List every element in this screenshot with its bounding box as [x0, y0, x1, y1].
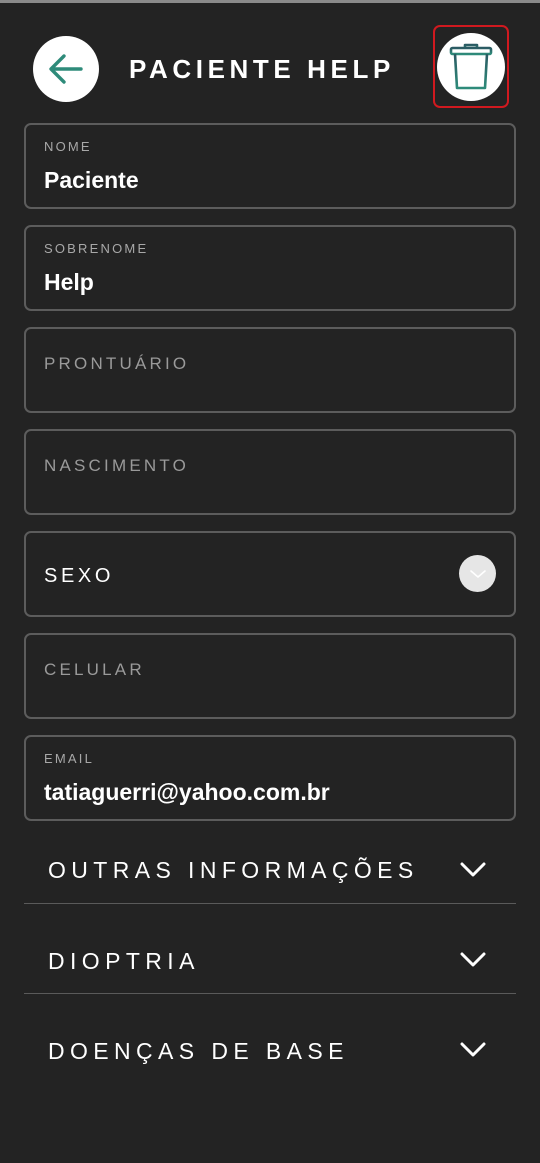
- sexo-select[interactable]: SEXO: [24, 531, 516, 617]
- nome-value[interactable]: Paciente: [44, 166, 139, 194]
- chevron-down-icon: [460, 862, 486, 877]
- section-dioptria[interactable]: DIOPTRIA: [24, 915, 516, 1005]
- doencas-de-base-label: DOENÇAS DE BASE: [48, 1038, 349, 1064]
- nome-field[interactable]: NOME Paciente: [24, 123, 516, 209]
- dioptria-label: DIOPTRIA: [48, 948, 200, 974]
- page-title: PACIENTE HELP: [129, 54, 395, 84]
- chevron-down-icon: [469, 569, 486, 578]
- celular-placeholder: CELULAR: [44, 660, 145, 679]
- celular-field[interactable]: CELULAR: [24, 633, 516, 719]
- back-button[interactable]: [33, 36, 99, 102]
- email-value[interactable]: tatiaguerri@yahoo.com.br: [44, 778, 330, 806]
- prontuario-placeholder: PRONTUÁRIO: [44, 354, 190, 373]
- section-divider: [24, 993, 516, 994]
- sobrenome-label: SOBRENOME: [44, 241, 149, 256]
- sexo-label: SEXO: [44, 565, 114, 587]
- nascimento-field[interactable]: NASCIMENTO: [24, 429, 516, 515]
- email-label: EMAIL: [44, 751, 95, 766]
- chevron-down-icon: [460, 952, 486, 967]
- app-header: PACIENTE HELP: [0, 0, 540, 120]
- sobrenome-value[interactable]: Help: [44, 268, 94, 296]
- nome-label: NOME: [44, 139, 92, 154]
- section-doencas-de-base[interactable]: DOENÇAS DE BASE: [24, 1005, 516, 1095]
- delete-button-circle: [437, 32, 505, 101]
- email-field[interactable]: EMAIL tatiaguerri@yahoo.com.br: [24, 735, 516, 821]
- sexo-dropdown-toggle[interactable]: [459, 555, 496, 592]
- delete-button[interactable]: [433, 25, 509, 108]
- section-divider: [24, 903, 516, 904]
- trash-icon: [449, 43, 493, 89]
- sobrenome-field[interactable]: SOBRENOME Help: [24, 225, 516, 311]
- outras-informacoes-label: OUTRAS INFORMAÇÕES: [48, 857, 419, 883]
- section-outras-informacoes[interactable]: OUTRAS INFORMAÇÕES: [24, 825, 516, 915]
- chevron-down-icon: [460, 1042, 486, 1057]
- nascimento-placeholder: NASCIMENTO: [44, 456, 190, 475]
- arrow-left-icon: [49, 54, 83, 84]
- prontuario-field[interactable]: PRONTUÁRIO: [24, 327, 516, 413]
